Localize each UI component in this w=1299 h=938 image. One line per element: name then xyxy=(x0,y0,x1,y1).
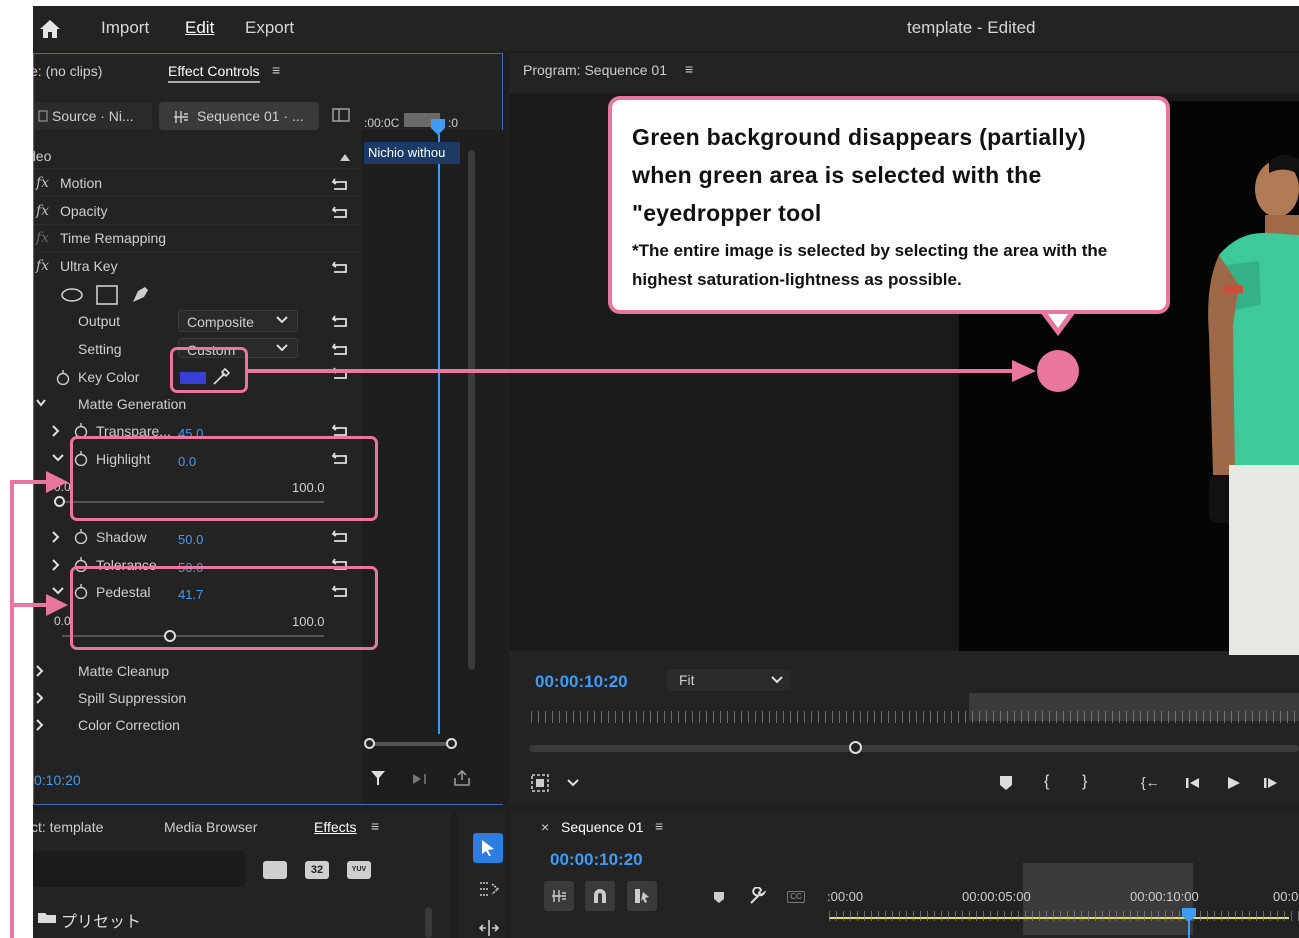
annotation-callout: Green background disappears (partially) … xyxy=(608,96,1170,314)
screenshot-stage: Import Edit Export template - Edited e: … xyxy=(0,0,1299,938)
callout-heading: Green background disappears (partially) … xyxy=(632,124,1086,226)
callout-note: *The entire image is selected by selecti… xyxy=(632,241,1108,289)
